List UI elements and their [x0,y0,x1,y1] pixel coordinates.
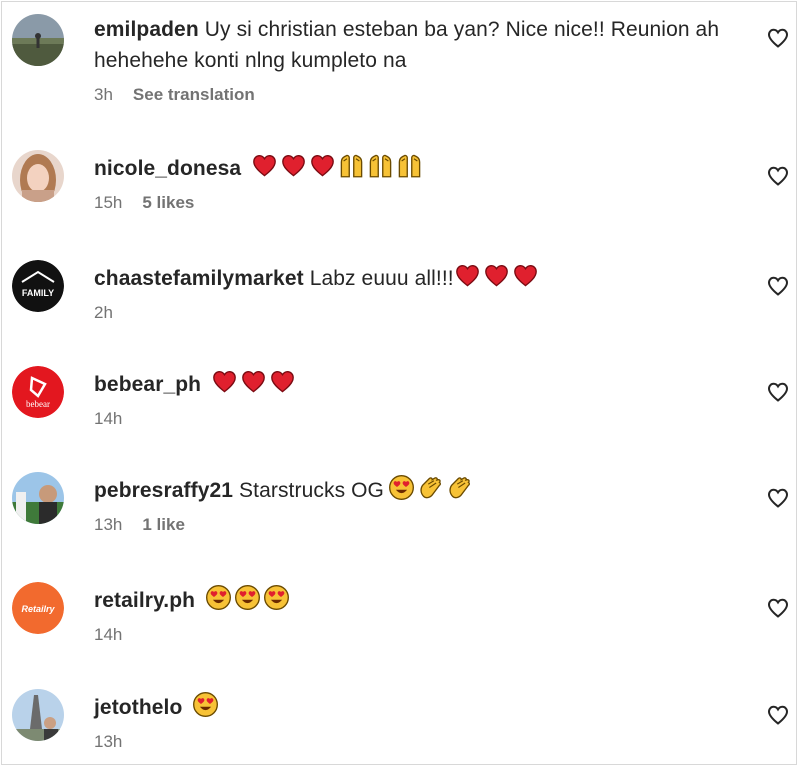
emoji-group [388,474,473,501]
avatar[interactable]: FAMILY [12,260,64,312]
comment-timestamp[interactable]: 15h [94,193,122,213]
comment-timestamp[interactable]: 13h [94,515,122,535]
comment-username[interactable]: nicole_donesa [94,157,241,180]
see-translation-button[interactable]: See translation [133,85,255,105]
comment-body: Starstrucks OG [239,479,384,502]
comment-text: jetothelo [94,691,730,723]
comment-username[interactable]: bebear_ph [94,373,201,396]
clapping-hands-icon [449,477,470,499]
clapping-hands-icon [420,477,441,499]
comment-username[interactable]: emilpaden [94,18,199,41]
red-heart-icon [455,265,479,287]
raising-hands-icon [340,154,363,178]
red-heart-icon [253,155,277,177]
like-heart-icon[interactable] [766,26,790,50]
comment-text: pebresraffy21 Starstrucks OG [94,474,730,506]
red-heart-icon [282,155,306,177]
avatar[interactable] [12,689,64,741]
avatar[interactable] [12,14,64,66]
avatar[interactable] [12,150,64,202]
avatar-logo-text: Retailry [21,604,55,614]
red-heart-icon [271,371,294,393]
like-heart-icon[interactable] [766,486,790,510]
avatar[interactable] [12,472,64,524]
red-heart-icon [484,265,508,287]
red-heart-icon [311,155,335,177]
comment-timestamp[interactable]: 2h [94,303,113,323]
avatar-logo-text: bebear [26,399,50,409]
red-heart-icon [513,265,537,287]
emoji-group [251,152,423,179]
like-heart-icon[interactable] [766,596,790,620]
like-heart-icon[interactable] [766,380,790,404]
avatar-logo-text: FAMILY [22,288,54,298]
comment-timestamp[interactable]: 3h [94,85,113,105]
heart-eyes-icon [206,585,232,610]
heart-eyes-icon [388,475,414,500]
comment-timestamp[interactable]: 14h [94,625,122,645]
emoji-group [454,262,539,289]
comment-username[interactable]: jetothelo [94,696,182,719]
comment-timestamp[interactable]: 14h [94,409,122,429]
heart-eyes-icon [264,585,290,610]
heart-eyes-icon [235,585,261,610]
comment-text: chaastefamilymarket Labz euuu all!!! [94,262,730,294]
like-heart-icon[interactable] [766,274,790,298]
avatar[interactable]: Retailry [12,582,64,634]
red-heart-icon [213,371,236,393]
avatar[interactable]: bebear [12,366,64,418]
comment-text: bebear_ph [94,368,730,400]
likes-count-link[interactable]: 5 likes [142,193,194,213]
like-heart-icon[interactable] [766,164,790,188]
like-heart-icon[interactable] [766,703,790,727]
red-heart-icon [242,371,265,393]
raising-hands-icon [369,154,392,178]
raising-hands-icon [398,154,421,178]
emoji-group [205,584,290,611]
comment-username[interactable]: pebresraffy21 [94,479,233,502]
comment-timestamp[interactable]: 13h [94,732,122,752]
comment-username[interactable]: retailry.ph [94,589,195,612]
comment-username[interactable]: chaastefamilymarket [94,267,304,290]
likes-count-link[interactable]: 1 like [142,515,185,535]
comment-text: nicole_donesa [94,152,730,184]
comment-text: emilpaden Uy si christian esteban ba yan?… [94,14,730,76]
emoji-group [192,691,219,718]
emoji-group [211,368,296,395]
comment-text: retailry.ph [94,584,730,616]
heart-eyes-icon [193,692,219,717]
comment-body: Labz euuu all!!! [309,267,454,290]
